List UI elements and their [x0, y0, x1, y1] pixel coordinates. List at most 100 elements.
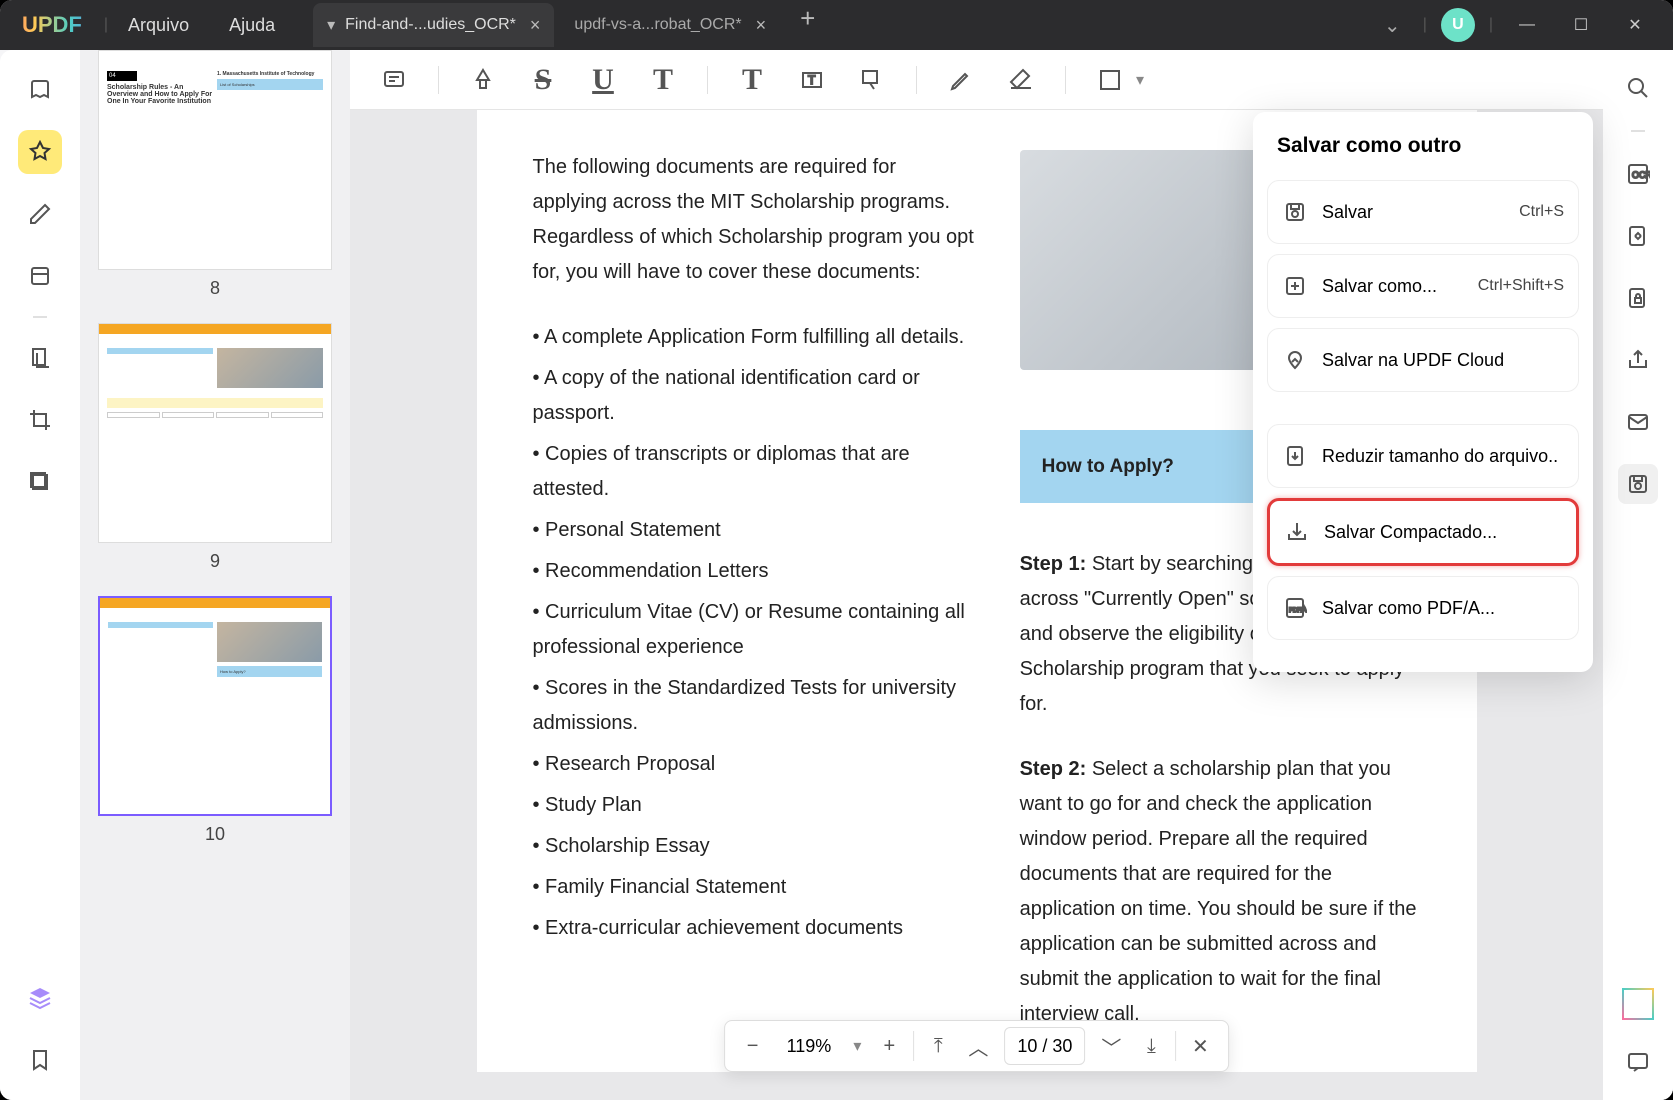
close-button[interactable]: ✕ [1615, 5, 1655, 45]
prev-page-icon[interactable]: ︿ [958, 1026, 998, 1066]
menu-help[interactable]: Ajuda [209, 15, 295, 36]
panel-item-salvar-na-updf-cloud[interactable]: Salvar na UPDF Cloud [1267, 328, 1579, 392]
separator [916, 66, 917, 94]
edit-icon[interactable] [18, 192, 62, 236]
crop-icon[interactable] [18, 398, 62, 442]
page-input[interactable]: 10 / 30 [1004, 1027, 1085, 1065]
save-variant-icon: PDF/A [1282, 595, 1308, 621]
zoom-in-button[interactable]: + [869, 1026, 909, 1066]
zoom-out-button[interactable]: − [733, 1026, 773, 1066]
bullet-item: • Curriculum Vitae (CV) or Resume contai… [533, 595, 976, 665]
chat-icon[interactable] [1618, 1042, 1658, 1082]
separator [438, 66, 439, 94]
first-page-icon[interactable]: ⤒ [918, 1026, 958, 1066]
textbox-icon[interactable]: T [796, 64, 828, 96]
zoom-level[interactable]: 119% [773, 1036, 846, 1057]
squiggly-icon[interactable]: T [647, 64, 679, 96]
zoom-dropdown-icon[interactable]: ▾ [845, 1036, 869, 1056]
redact-icon[interactable] [18, 460, 62, 504]
shortcut: Ctrl+Shift+S [1478, 277, 1564, 295]
svg-text:T: T [808, 73, 816, 87]
shape-dropdown-icon[interactable]: ▾ [1136, 70, 1144, 90]
titlebar: UPDF | Arquivo Ajuda ▾ Find-and-...udies… [0, 0, 1673, 50]
bullet-item: • Family Financial Statement [533, 870, 976, 905]
thumbnails-panel[interactable]: 04 Scholarship Rules - An Overview and H… [80, 50, 350, 1100]
search-icon[interactable] [1618, 68, 1658, 108]
email-icon[interactable] [1618, 402, 1658, 442]
thumbnail-page-9[interactable] [98, 323, 332, 543]
panel-item-reduzir-tamanho-do-arquivo-[interactable]: Reduzir tamanho do arquivo.. [1267, 424, 1579, 488]
thumbnail-page-10[interactable]: How to Apply? [98, 596, 332, 816]
panel-item-label: Salvar [1322, 202, 1373, 223]
panel-item-salvar-como-[interactable]: Salvar como...Ctrl+Shift+S [1267, 254, 1579, 318]
close-icon[interactable]: × [530, 15, 541, 36]
ocr-icon[interactable]: OCR [1618, 154, 1658, 194]
panel-item-label: Salvar na UPDF Cloud [1322, 350, 1504, 371]
tab-inactive[interactable]: updf-vs-a...robat_OCR* × [560, 3, 780, 47]
bullet-item: • Scores in the Standardized Tests for u… [533, 671, 976, 741]
save-variant-icon [1284, 519, 1310, 545]
panel-item-salvar-compactado-[interactable]: Salvar Compactado... [1267, 498, 1579, 566]
user-avatar[interactable]: U [1441, 8, 1475, 42]
ai-icon[interactable] [1618, 984, 1658, 1024]
highlight-icon[interactable] [467, 64, 499, 96]
app-logo: UPDF [0, 12, 104, 38]
strikethrough-icon[interactable]: S [527, 64, 559, 96]
pencil-icon[interactable] [945, 64, 977, 96]
protect-icon[interactable] [1618, 278, 1658, 318]
convert-icon[interactable] [1618, 216, 1658, 256]
step-text: Select a scholarship plan that you want … [1020, 758, 1417, 1025]
reader-icon[interactable] [18, 68, 62, 112]
bullet-item: • Personal Statement [533, 513, 976, 548]
panel-item-label: Reduzir tamanho do arquivo.. [1322, 446, 1558, 467]
save-icon[interactable] [1618, 464, 1658, 504]
separator [1065, 66, 1066, 94]
eraser-icon[interactable] [1005, 64, 1037, 96]
panel-item-salvar[interactable]: SalvarCtrl+S [1267, 180, 1579, 244]
separator [707, 66, 708, 94]
comment-icon[interactable] [378, 64, 410, 96]
bullet-item: • Scholarship Essay [533, 829, 976, 864]
minimize-button[interactable]: — [1507, 5, 1547, 45]
callout-icon[interactable] [856, 64, 888, 96]
step-label: Step 2: [1020, 758, 1087, 780]
last-page-icon[interactable]: ⤓ [1131, 1026, 1171, 1066]
save-variant-icon [1282, 443, 1308, 469]
pages-icon[interactable] [18, 336, 62, 380]
save-panel: Salvar como outro SalvarCtrl+SSalvar com… [1253, 112, 1593, 672]
underline-icon[interactable]: U [587, 64, 619, 96]
close-icon[interactable]: × [756, 15, 767, 36]
tab-dropdown-icon[interactable]: ▾ [327, 15, 335, 35]
bookmark-icon[interactable] [18, 1038, 62, 1082]
separator [33, 316, 47, 318]
shape-icon[interactable] [1094, 64, 1126, 96]
annotate-icon[interactable] [18, 130, 62, 174]
separator [913, 1031, 914, 1061]
right-rail: OCR [1603, 50, 1673, 1100]
separator [1175, 1031, 1176, 1061]
next-page-icon[interactable]: ﹀ [1091, 1026, 1131, 1066]
bullet-item: • Extra-curricular achievement documents [533, 911, 976, 946]
layers-icon[interactable] [18, 976, 62, 1020]
text-icon[interactable]: T [736, 64, 768, 96]
maximize-button[interactable]: ☐ [1561, 5, 1601, 45]
organize-icon[interactable] [18, 254, 62, 298]
close-pager-icon[interactable]: ✕ [1180, 1026, 1220, 1066]
thumbnail-number: 9 [98, 551, 332, 572]
svg-text:OCR: OCR [1632, 170, 1650, 180]
chevron-down-icon[interactable]: ⌄ [1376, 13, 1409, 38]
add-tab-button[interactable]: + [786, 3, 829, 47]
panel-item-label: Salvar como PDF/A... [1322, 598, 1495, 619]
panel-item-salvar-como-pdf-a-[interactable]: PDF/A Salvar como PDF/A... [1267, 576, 1579, 640]
thumbnail-number: 10 [98, 824, 332, 845]
tab-active[interactable]: ▾ Find-and-...udies_OCR* × [313, 3, 554, 47]
bullet-item: • Copies of transcripts or diplomas that… [533, 437, 976, 507]
thumbnail-number: 8 [98, 278, 332, 299]
share-icon[interactable] [1618, 340, 1658, 380]
tabs: ▾ Find-and-...udies_OCR* × updf-vs-a...r… [313, 3, 829, 47]
thumbnail-page-8[interactable]: 04 Scholarship Rules - An Overview and H… [98, 50, 332, 270]
menu-file[interactable]: Arquivo [108, 15, 209, 36]
save-variant-icon [1282, 199, 1308, 225]
save-variant-icon [1282, 273, 1308, 299]
save-variant-icon [1282, 347, 1308, 373]
